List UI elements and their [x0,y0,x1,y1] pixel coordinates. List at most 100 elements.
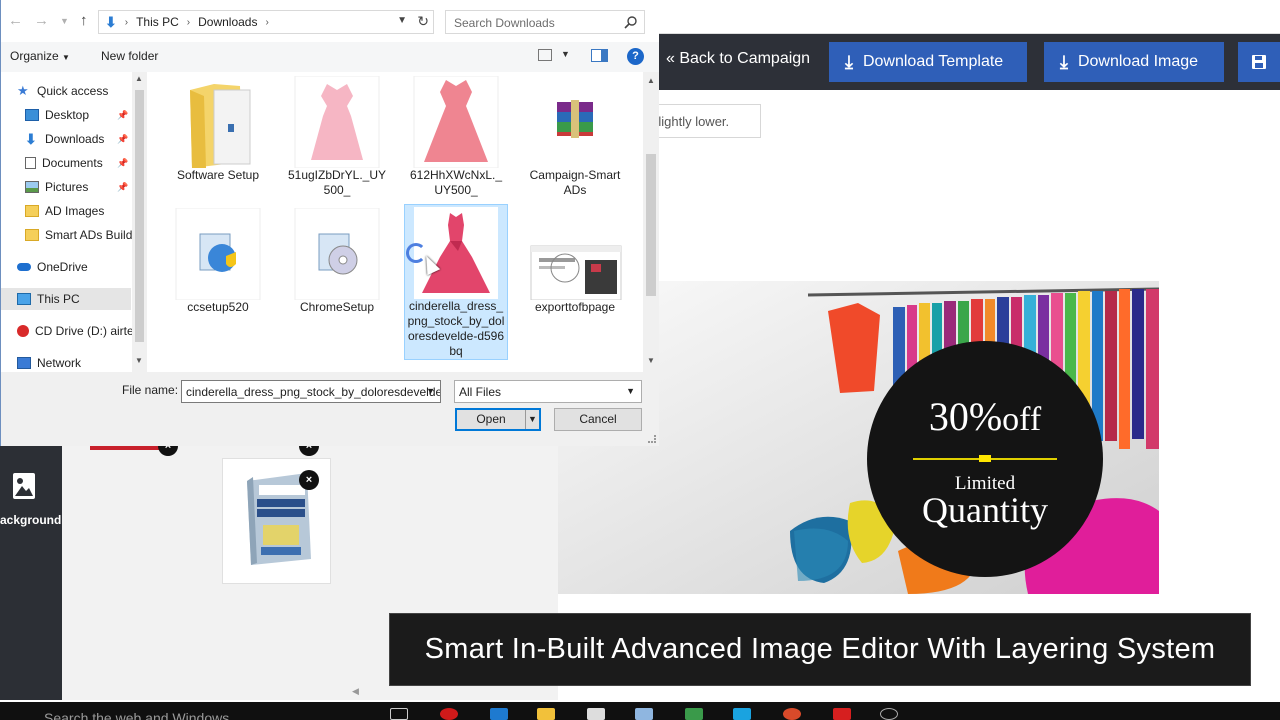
file-label: ChromeSetup [299,300,375,314]
file-label: Campaign-Smart ADs [529,168,621,197]
preview-pane-icon[interactable] [591,49,608,62]
scroll-down-arrow-icon[interactable]: ▼ [647,356,655,365]
nav-item-downloads[interactable]: ⬇ Downloads 📌 [1,128,131,150]
chevron-down-icon[interactable]: ▼ [397,15,407,26]
file-item-chromesetup[interactable]: ChromeSetup [285,206,389,315]
store-icon[interactable] [587,708,605,720]
winrar-archive-icon [527,76,623,168]
address-bar-area: ← → ▼ ↑ ⬇ › This PC › Downloads › ▼ ↻ Se… [1,0,659,42]
chevron-down-icon[interactable]: ▼ [426,386,435,396]
nav-item-label: Smart ADs Build [45,228,133,242]
download-template-button[interactable]: ⤓ Download Template [829,42,1027,82]
organize-button[interactable]: Organize ▼ [10,49,70,63]
file-list-scrollbar[interactable]: ▲ ▼ [643,72,659,372]
file-item-software-setup[interactable]: Software Setup [166,74,270,183]
scroll-left-arrow-icon[interactable]: ◀ [352,686,359,697]
file-type-value: All Files [459,385,502,399]
chevron-down-icon[interactable]: ▼ [561,49,570,59]
drive-icon[interactable] [685,708,703,720]
scroll-down-arrow-icon[interactable]: ▼ [135,356,143,365]
open-options-dropdown-icon[interactable]: ▼ [525,410,539,429]
chevron-right-icon: › [124,16,129,28]
search-icon[interactable] [624,15,638,29]
help-icon[interactable]: ? [627,48,644,65]
nav-item-network[interactable]: Network [1,352,131,372]
app-red-icon[interactable] [833,708,851,720]
save-button[interactable] [1238,42,1280,82]
file-label: cinderella_dress_png_stock_by_doloresdev… [407,299,505,358]
edge-icon[interactable] [490,708,508,720]
nav-item-label: Network [37,356,82,370]
discount-value: 30% [928,394,1003,439]
file-label: 612HhXWcNxL._UY500_ [409,168,503,197]
file-item-exporttofbpage[interactable]: exporttofbpage [523,206,627,315]
breadcrumb-downloads[interactable]: Downloads [198,15,257,29]
back-arrow-icon[interactable]: ← [8,12,23,29]
skype-icon[interactable] [733,708,751,720]
up-arrow-icon[interactable]: ↑ [80,12,88,29]
desktop-icon [25,109,39,121]
nav-item-onedrive[interactable]: OneDrive [1,256,131,278]
search-input[interactable]: Search Downloads [445,10,645,34]
star-icon: ★ [17,83,29,98]
nav-item-quick-access[interactable]: ★ Quick access [1,80,131,102]
file-item-ccsetup520[interactable]: ccsetup520 [166,206,270,315]
file-type-select[interactable]: All Files ▼ [454,380,642,403]
nav-item-label: Downloads [45,132,105,146]
recent-dropdown-icon[interactable]: ▼ [60,16,69,26]
image-icon[interactable] [12,472,36,500]
refresh-icon[interactable]: ↻ [417,13,429,30]
view-options-icon[interactable] [538,49,552,61]
app-icon[interactable] [635,708,653,720]
computer-icon [17,293,31,305]
resize-grip-icon[interactable] [648,435,656,443]
pin-icon: 📌 [117,181,129,192]
breadcrumb-this-pc[interactable]: This PC [136,15,179,29]
file-name-field[interactable]: cinderella_dress_png_stock_by_doloresdev… [181,380,441,403]
library-thumbnail[interactable] [90,446,160,450]
download-image-button[interactable]: ⤓ Download Image [1044,42,1224,82]
opera-icon[interactable] [440,708,458,720]
nav-item-smart-ads-build[interactable]: Smart ADs Build [1,224,133,246]
organize-label: Organize [10,49,59,63]
taskbar-search-text[interactable]: Search the web and Windows [44,710,229,720]
app-dark-icon[interactable] [880,708,898,720]
remove-thumbnail-icon[interactable]: × [299,470,319,490]
nav-item-label: Desktop [45,108,90,122]
open-button-label: Open [476,412,506,426]
pin-icon: 📌 [117,157,129,168]
pin-icon: 📌 [117,109,129,120]
scroll-up-arrow-icon[interactable]: ▲ [647,76,655,85]
nav-item-desktop[interactable]: Desktop 📌 [1,104,131,126]
installer-icon [170,207,266,301]
cancel-button[interactable]: Cancel [554,408,642,431]
file-explorer-icon[interactable] [537,708,555,720]
nav-scrollbar[interactable]: ▲ ▼ [132,72,147,372]
file-item-campaign-smart-ads[interactable]: Campaign-Smart ADs [523,74,627,198]
back-to-campaign-link[interactable]: « Back to Campaign [666,50,810,68]
new-folder-button[interactable]: New folder [101,49,158,63]
open-button[interactable]: Open ▼ [455,408,541,431]
nav-item-documents[interactable]: Documents 📌 [1,152,131,174]
nav-item-pictures[interactable]: Pictures 📌 [1,176,131,198]
navigation-pane: ★ Quick access Desktop 📌 ⬇ Downloads 📌 D… [1,72,147,372]
task-view-icon[interactable] [390,708,408,720]
address-box[interactable]: ⬇ › This PC › Downloads › ▼ ↻ [98,10,434,34]
badge-divider-mark [979,455,991,462]
screenshot-image-icon [527,208,623,301]
scroll-up-arrow-icon[interactable]: ▲ [135,74,143,83]
pin-icon: 📌 [117,133,129,144]
file-item-dress-1[interactable]: 51ugIZbDrYL._UY500_ [285,74,389,198]
nav-item-ad-images[interactable]: AD Images [1,200,131,222]
forward-arrow-icon[interactable]: → [34,12,49,29]
file-item-dress-2[interactable]: 612HhXWcNxL._UY500_ [404,74,508,198]
cloud-icon [17,263,31,271]
download-image-label: Download Image [1077,53,1199,70]
file-scroll-thumb[interactable] [646,154,656,296]
nav-scroll-thumb[interactable] [135,90,144,342]
nav-item-this-pc[interactable]: This PC [1,288,131,310]
nav-item-cd-drive[interactable]: CD Drive (D:) airte [1,320,134,342]
file-item-cinderella-dress[interactable]: cinderella_dress_png_stock_by_doloresdev… [404,204,508,360]
chrome-icon[interactable] [783,708,801,720]
background-tool-label[interactable]: ackground [0,513,61,527]
